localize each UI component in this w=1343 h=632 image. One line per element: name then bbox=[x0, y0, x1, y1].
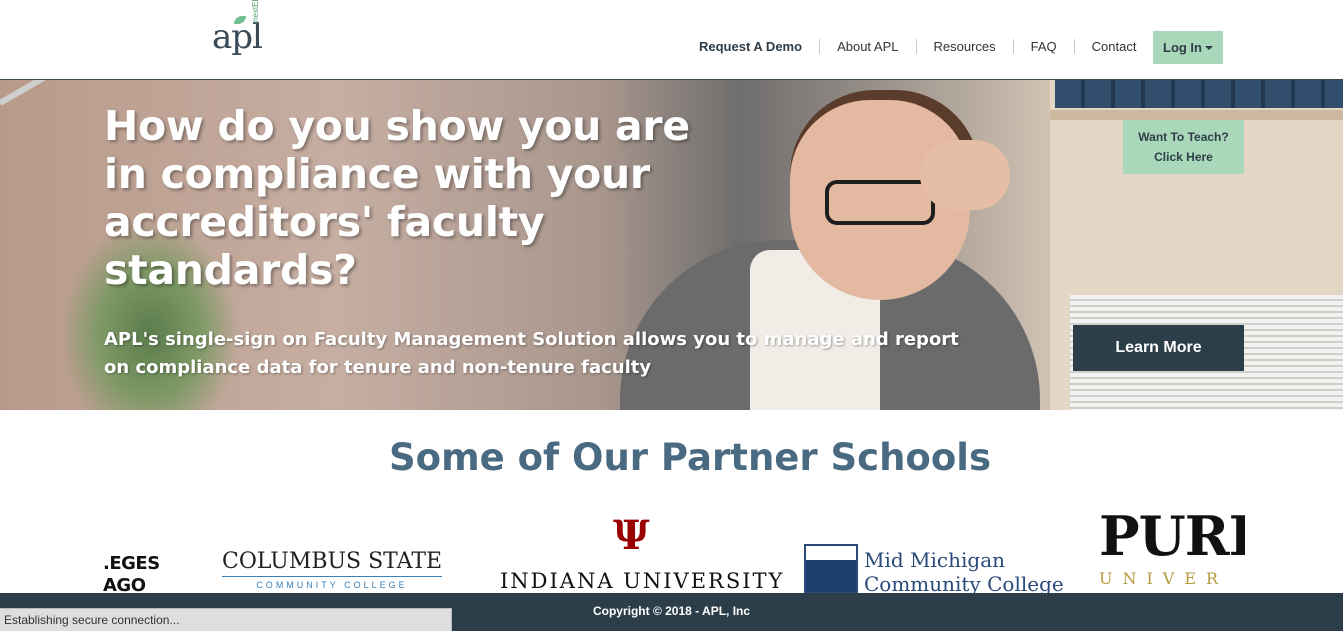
shelf-divider bbox=[1050, 110, 1343, 120]
nav-request-demo[interactable]: Request A Demo bbox=[682, 38, 821, 54]
hero-banner: How do you show you are in compliance wi… bbox=[0, 80, 1343, 410]
hero-subtext: APL's single-sign on Faculty Management … bbox=[104, 329, 959, 378]
nav-about-apl[interactable]: About APL bbox=[820, 38, 917, 54]
partner-logo-mid-michigan[interactable]: Mid Michigan Community College bbox=[804, 544, 1064, 596]
pine-trees-icon bbox=[804, 544, 858, 594]
logo-sub: nextED bbox=[251, 0, 260, 22]
main-nav: Request A Demo About APL Resources FAQ C… bbox=[682, 38, 1153, 54]
partner-logo-indiana-university[interactable]: Ψ INDIANA UNIVERSITY bbox=[500, 512, 782, 594]
want-to-teach-button[interactable]: Want To Teach? Click Here bbox=[1123, 120, 1244, 174]
teach-line-2: Click Here bbox=[1154, 150, 1213, 164]
partner-logo-purdue[interactable]: PURI UNIVER bbox=[1099, 509, 1245, 588]
partners-heading: Some of Our Partner Schools bbox=[389, 436, 991, 479]
books-image bbox=[1055, 80, 1343, 108]
nav-resources[interactable]: Resources bbox=[917, 38, 1014, 54]
hero-headline: How do you show you are in compliance wi… bbox=[104, 102, 690, 294]
learn-more-button[interactable]: Learn More bbox=[1073, 325, 1244, 371]
nav-contact[interactable]: Contact bbox=[1075, 39, 1154, 54]
caret-down-icon bbox=[1205, 45, 1213, 50]
copyright-text: Copyright © 2018 - APL, Inc bbox=[592, 604, 751, 618]
browser-status-bar: Establishing secure connection... bbox=[0, 608, 452, 631]
teach-line-1: Want To Teach? bbox=[1138, 130, 1229, 144]
login-label: Log In bbox=[1163, 40, 1202, 55]
site-header: apl nextED Request A Demo About APL Reso… bbox=[0, 0, 1343, 80]
partner-logo-colleges[interactable]: .EGES AGO bbox=[103, 553, 160, 597]
partner-logo-columbus-state[interactable]: COLUMBUS STATE COMMUNITY COLLEGE bbox=[222, 549, 442, 590]
logo-text: apl bbox=[212, 17, 263, 57]
login-button[interactable]: Log In bbox=[1153, 31, 1223, 64]
apl-logo[interactable]: apl nextED bbox=[212, 0, 272, 62]
partner-logos: .EGES AGO COLUMBUS STATE COMMUNITY COLLE… bbox=[0, 505, 1343, 597]
nav-faq[interactable]: FAQ bbox=[1014, 38, 1075, 54]
iu-trident-icon: Ψ bbox=[613, 512, 650, 559]
